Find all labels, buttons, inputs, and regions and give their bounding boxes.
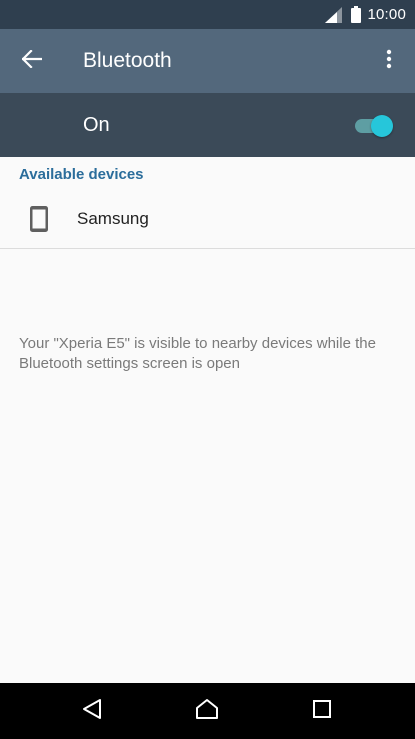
bluetooth-settings-screen: 10:00 Bluetooth On Available devices Sam… bbox=[0, 0, 415, 739]
navigation-bar bbox=[0, 683, 415, 739]
available-devices-header: Available devices bbox=[19, 166, 144, 183]
home-icon bbox=[195, 698, 219, 725]
switch-state-label: On bbox=[83, 113, 110, 136]
toggle-thumb bbox=[371, 115, 393, 137]
battery-icon bbox=[351, 6, 362, 23]
back-button[interactable] bbox=[0, 29, 64, 93]
bluetooth-switch-bar[interactable]: On bbox=[0, 93, 415, 157]
back-triangle-icon bbox=[82, 698, 102, 725]
divider bbox=[0, 248, 415, 249]
app-bar: Bluetooth bbox=[0, 29, 415, 93]
device-item[interactable]: Samsung bbox=[0, 190, 415, 248]
smartphone-icon bbox=[30, 206, 48, 232]
visibility-message: Your "Xperia E5" is visible to nearby de… bbox=[19, 335, 376, 372]
status-clock: 10:00 bbox=[367, 6, 406, 23]
more-vert-icon bbox=[386, 49, 392, 74]
arrow-left-icon bbox=[21, 48, 43, 73]
nav-back-button[interactable] bbox=[78, 697, 106, 725]
bluetooth-toggle[interactable] bbox=[353, 115, 393, 137]
signal-icon bbox=[325, 6, 343, 23]
status-bar: 10:00 bbox=[0, 0, 415, 29]
device-name: Samsung bbox=[77, 209, 149, 228]
overflow-menu-button[interactable] bbox=[375, 45, 403, 77]
nav-home-button[interactable] bbox=[193, 697, 221, 725]
recents-square-icon bbox=[312, 699, 332, 724]
page-title: Bluetooth bbox=[83, 49, 172, 72]
nav-recents-button[interactable] bbox=[308, 697, 336, 725]
